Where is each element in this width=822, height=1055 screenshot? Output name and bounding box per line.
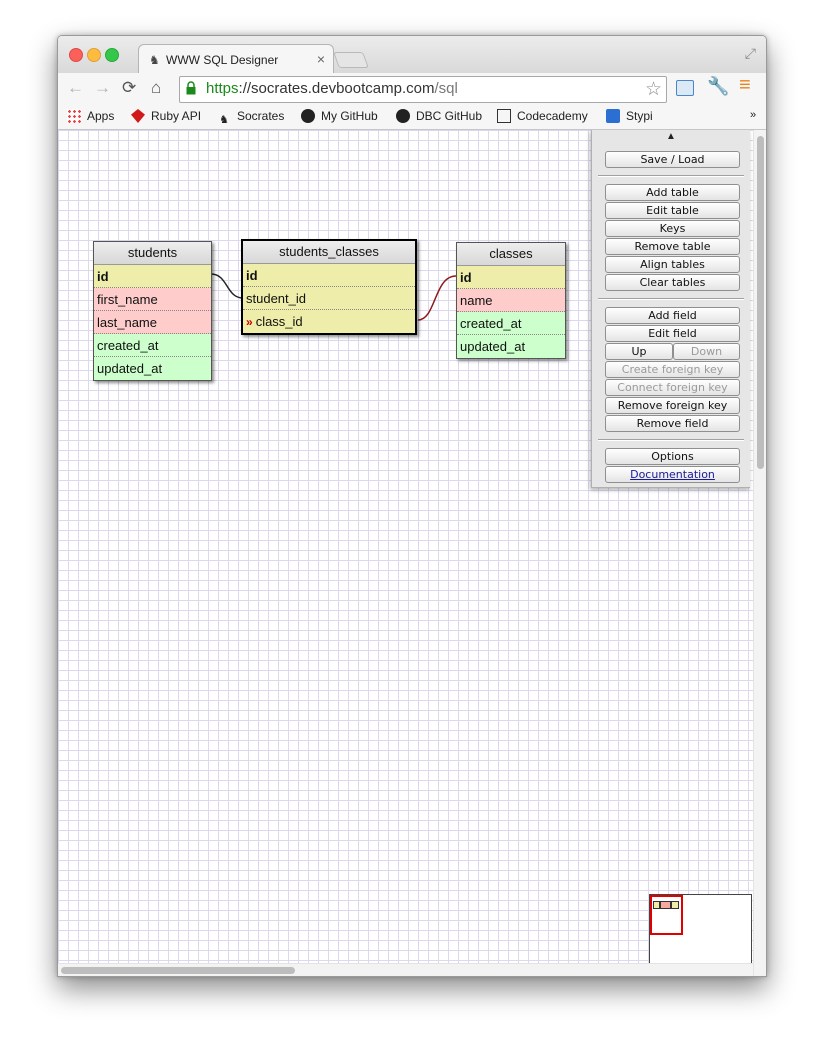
ruby-icon bbox=[131, 109, 145, 123]
bookmark-socrates[interactable]: ♞ Socrates bbox=[217, 109, 284, 127]
relation-class-link bbox=[417, 275, 457, 321]
wrench-icon[interactable]: 🔧 bbox=[707, 76, 729, 97]
relation-student-link bbox=[210, 273, 244, 299]
field-student-id[interactable]: student_id bbox=[243, 287, 415, 310]
back-icon[interactable]: ← bbox=[67, 78, 84, 98]
documentation-link[interactable]: Documentation bbox=[605, 466, 740, 483]
down-button: Down bbox=[673, 343, 740, 360]
clear-tables-button[interactable]: Clear tables bbox=[605, 274, 740, 291]
field-created-at[interactable]: created_at bbox=[457, 312, 565, 335]
align-tables-button[interactable]: Align tables bbox=[605, 256, 740, 273]
panel-collapse-icon[interactable]: ▲ bbox=[592, 131, 750, 142]
menu-icon[interactable]: ≡ bbox=[739, 74, 751, 97]
extension-folder-icon[interactable] bbox=[676, 80, 694, 96]
address-bar[interactable]: https://socrates.devbootcamp.com/sql ☆ bbox=[179, 76, 667, 103]
tab-favicon-icon: ♞ bbox=[149, 53, 160, 67]
add-field-button[interactable]: Add field bbox=[605, 307, 740, 324]
table-title[interactable]: students bbox=[94, 242, 211, 265]
field-id[interactable]: id bbox=[457, 266, 565, 289]
github-icon bbox=[301, 109, 315, 123]
minimap-viewport[interactable] bbox=[650, 895, 683, 935]
window-maximize-icon[interactable] bbox=[105, 48, 119, 62]
github-icon bbox=[396, 109, 410, 123]
control-panel: ▲ Save / Load Add table Edit table Keys … bbox=[591, 130, 750, 488]
remove-field-button[interactable]: Remove field bbox=[605, 415, 740, 432]
window-close-icon[interactable] bbox=[69, 48, 83, 62]
browser-tab[interactable]: ♞ WWW SQL Designer × bbox=[138, 44, 334, 74]
tab-title: WWW SQL Designer bbox=[166, 53, 279, 67]
panel-divider bbox=[598, 175, 744, 177]
bookmark-ruby-api[interactable]: Ruby API bbox=[131, 109, 201, 123]
codecademy-icon bbox=[497, 109, 511, 123]
url-text: https://socrates.devbootcamp.com/sql bbox=[206, 80, 458, 97]
field-updated-at[interactable]: updated_at bbox=[94, 357, 211, 380]
bookmarks-overflow-icon[interactable]: » bbox=[750, 109, 756, 121]
options-button[interactable]: Options bbox=[605, 448, 740, 465]
panel-divider bbox=[598, 298, 744, 300]
field-last-name[interactable]: last_name bbox=[94, 311, 211, 334]
table-title[interactable]: classes bbox=[457, 243, 565, 266]
browser-window: ♞ WWW SQL Designer × ⤢ ← → ⟳ ⌂ https://s… bbox=[57, 35, 767, 977]
add-table-button[interactable]: Add table bbox=[605, 184, 740, 201]
new-tab-button[interactable] bbox=[333, 52, 369, 68]
save-load-button[interactable]: Save / Load bbox=[605, 151, 740, 168]
bookmark-apps[interactable]: Apps bbox=[67, 109, 114, 123]
connect-foreign-key-button: Connect foreign key bbox=[605, 379, 740, 396]
keys-button[interactable]: Keys bbox=[605, 220, 740, 237]
table-classes[interactable]: classes id name created_at updated_at bbox=[456, 242, 566, 359]
bookmark-star-icon[interactable]: ☆ bbox=[645, 78, 662, 101]
create-foreign-key-button: Create foreign key bbox=[605, 361, 740, 378]
table-title[interactable]: students_classes bbox=[243, 241, 415, 264]
foreign-key-icon: » bbox=[246, 315, 253, 329]
tab-close-icon[interactable]: × bbox=[317, 51, 325, 67]
bookmark-codecademy[interactable]: Codecademy bbox=[497, 109, 588, 123]
edit-table-button[interactable]: Edit table bbox=[605, 202, 740, 219]
table-students[interactable]: students id first_name last_name created… bbox=[93, 241, 212, 381]
bookmark-my-github[interactable]: My GitHub bbox=[301, 109, 378, 123]
apps-grid-icon bbox=[67, 109, 81, 123]
up-button[interactable]: Up bbox=[605, 343, 673, 360]
forward-icon[interactable]: → bbox=[94, 78, 111, 98]
field-id[interactable]: id bbox=[243, 264, 415, 287]
reload-icon[interactable]: ⟳ bbox=[122, 78, 136, 98]
field-id[interactable]: id bbox=[94, 265, 211, 288]
bookmark-stypi[interactable]: Stypi bbox=[606, 109, 653, 123]
field-updated-at[interactable]: updated_at bbox=[457, 335, 565, 358]
field-name[interactable]: name bbox=[457, 289, 565, 312]
remove-foreign-key-button[interactable]: Remove foreign key bbox=[605, 397, 740, 414]
field-created-at[interactable]: created_at bbox=[94, 334, 211, 357]
fullscreen-icon[interactable]: ⤢ bbox=[745, 45, 756, 62]
socrates-icon: ♞ bbox=[219, 114, 229, 126]
bookmarks-bar: Apps Ruby API ♞ Socrates My GitHub DBC Gi… bbox=[58, 105, 766, 130]
remove-table-button[interactable]: Remove table bbox=[605, 238, 740, 255]
bookmark-dbc-github[interactable]: DBC GitHub bbox=[396, 109, 482, 123]
browser-toolbar: ← → ⟳ ⌂ https://socrates.devbootcamp.com… bbox=[58, 73, 766, 105]
home-icon[interactable]: ⌂ bbox=[151, 78, 161, 98]
tab-strip: ♞ WWW SQL Designer × ⤢ bbox=[58, 36, 766, 74]
window-minimize-icon[interactable] bbox=[87, 48, 101, 62]
vertical-scrollbar[interactable] bbox=[753, 130, 766, 976]
stypi-icon bbox=[606, 109, 620, 123]
vertical-scroll-thumb[interactable] bbox=[757, 136, 764, 469]
designer-canvas[interactable]: students id first_name last_name created… bbox=[58, 130, 766, 976]
edit-field-button[interactable]: Edit field bbox=[605, 325, 740, 342]
panel-divider bbox=[598, 439, 744, 441]
horizontal-scroll-thumb[interactable] bbox=[61, 967, 295, 974]
table-students-classes[interactable]: students_classes id student_id » class_id bbox=[241, 239, 417, 335]
field-class-id[interactable]: » class_id bbox=[243, 310, 415, 333]
horizontal-scrollbar[interactable] bbox=[58, 963, 753, 976]
field-first-name[interactable]: first_name bbox=[94, 288, 211, 311]
lock-icon bbox=[186, 81, 196, 95]
